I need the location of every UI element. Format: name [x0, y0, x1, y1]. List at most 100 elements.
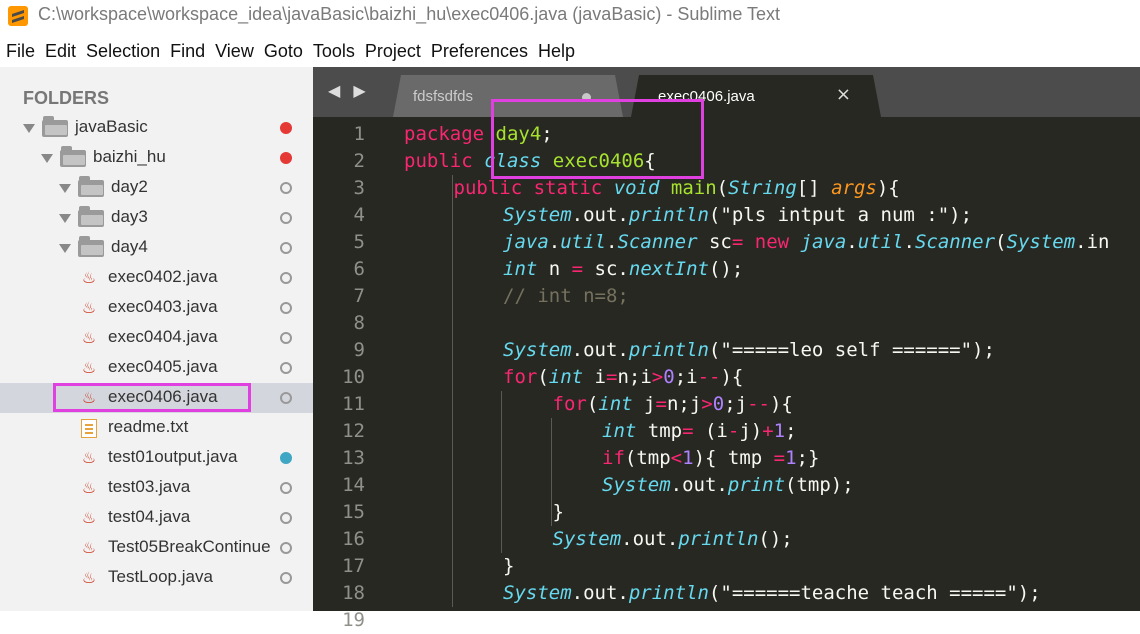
tree-item-testloop[interactable]: ♨ TestLoop.java: [0, 563, 313, 593]
expand-arrow-icon[interactable]: [59, 214, 71, 223]
editor-pane: ◀ ▶ fdsfsdfds exec0406.java × 1234567891…: [313, 67, 1140, 631]
tree-item-readme[interactable]: readme.txt: [0, 413, 313, 443]
menu-selection[interactable]: Selection: [80, 36, 160, 66]
tree-item-exec0405[interactable]: ♨ exec0405.java: [0, 353, 313, 383]
code-token: int: [598, 393, 633, 415]
close-icon[interactable]: ×: [836, 84, 851, 105]
open-circle-icon: [280, 362, 292, 374]
menu-project[interactable]: Project: [359, 36, 421, 66]
code-line: java.util.Scanner sc= new java.util.Scan…: [503, 229, 1109, 256]
code-token: println: [628, 339, 709, 361]
code-token: "pls intput a num :": [720, 204, 950, 226]
code-token: void: [613, 177, 660, 199]
menu-preferences[interactable]: Preferences: [425, 36, 528, 66]
menu-file[interactable]: File: [0, 36, 35, 66]
code-token: 1: [682, 447, 694, 469]
code-token: (: [995, 231, 1007, 253]
code-token: .: [846, 231, 858, 253]
open-circle-icon: [280, 392, 292, 404]
modified-dot-icon: [280, 452, 292, 464]
code-token: int: [602, 420, 637, 442]
tree-item-label: Test05BreakContinue: [108, 537, 271, 556]
code-token: ){: [876, 177, 900, 199]
code-token: util: [560, 231, 606, 253]
expand-arrow-icon[interactable]: [59, 184, 71, 193]
code-token: ;i: [674, 366, 698, 388]
menu-find[interactable]: Find: [164, 36, 205, 66]
tree-item-day3[interactable]: day3: [0, 203, 313, 233]
tree-item-day2[interactable]: day2: [0, 173, 313, 203]
tree-item-test03[interactable]: ♨ test03.java: [0, 473, 313, 503]
code-token: System: [602, 474, 671, 496]
code-token: String: [728, 177, 797, 199]
tree-item-exec0403[interactable]: ♨ exec0403.java: [0, 293, 313, 323]
code-token: // int n=8;: [503, 285, 629, 307]
code-token: main: [670, 177, 717, 199]
code-line: for(int j=n;j>0;j--){: [553, 391, 793, 418]
open-circle-icon: [280, 242, 292, 254]
code-token: =: [731, 231, 744, 253]
code-token: package: [404, 123, 485, 145]
open-circle-icon: [280, 272, 292, 284]
tree-item-test04[interactable]: ♨ test04.java: [0, 503, 313, 533]
menu-help[interactable]: Help: [532, 36, 575, 66]
menu-tools[interactable]: Tools: [307, 36, 355, 66]
tree-item-baizhi-hu[interactable]: baizhi_hu: [0, 143, 313, 173]
expand-arrow-icon[interactable]: [23, 124, 35, 133]
tree-item-javabasic[interactable]: javaBasic: [0, 113, 313, 143]
code-token: println: [628, 582, 709, 604]
tree-item-test05breakcontinue[interactable]: ♨ Test05BreakContinue: [0, 533, 313, 563]
code-token: }: [552, 501, 564, 523]
code-token: System: [503, 582, 572, 604]
code-line: System.out.println("======teache teach =…: [503, 580, 1041, 607]
line-number: 4: [353, 204, 365, 226]
code-token: 0: [712, 393, 725, 415]
expand-arrow-icon[interactable]: [41, 154, 53, 163]
code-token: }: [503, 555, 515, 577]
folder-icon: [60, 146, 86, 167]
tree-item-label: TestLoop.java: [108, 567, 213, 586]
code-token: tmp: [636, 420, 683, 442]
code-token: int: [548, 366, 584, 388]
tree-item-exec0404[interactable]: ♨ exec0404.java: [0, 323, 313, 353]
code-line: for(int i=n;i>0;i--){: [503, 364, 743, 391]
code-token: .out.: [571, 204, 629, 226]
code-line: }: [553, 499, 564, 526]
tree-item-test01output[interactable]: ♨ test01output.java: [0, 443, 313, 473]
code-token: );: [1017, 582, 1041, 604]
code-line: public static void main(String[] args){: [454, 175, 900, 202]
code-token: (: [708, 582, 721, 604]
code-token: n;j: [666, 393, 702, 415]
unsaved-dot-icon: [280, 152, 292, 164]
title-bar: C:\workspace\workspace_idea\javaBasic\ba…: [0, 0, 1140, 32]
tab-nav-arrows-icon[interactable]: ◀ ▶: [328, 81, 370, 100]
expand-arrow-icon[interactable]: [59, 244, 71, 253]
code-token: .: [605, 231, 618, 253]
folder-icon: [78, 236, 104, 257]
menu-goto[interactable]: Goto: [258, 36, 303, 66]
menu-view[interactable]: View: [209, 36, 254, 66]
code-token: (tmp: [624, 447, 671, 469]
open-circle-icon: [280, 482, 292, 494]
code-token: .: [548, 231, 561, 253]
menu-edit[interactable]: Edit: [39, 36, 76, 66]
code-token: n;i: [617, 366, 652, 388]
code-area[interactable]: package day4; public class exec0406{publi…: [404, 117, 1140, 611]
code-token: (: [586, 393, 599, 415]
indent-guide: [550, 418, 552, 526]
code-token: .out.: [670, 474, 728, 496]
folder-icon: [78, 206, 104, 227]
code-token: (: [716, 177, 729, 199]
tree-item-exec0402[interactable]: ♨ exec0402.java: [0, 263, 313, 293]
code-token: --: [697, 366, 721, 388]
tree-item-day4[interactable]: day4: [0, 233, 313, 263]
code-token: ();: [758, 528, 793, 550]
java-file-icon: ♨: [81, 448, 97, 467]
code-token: Scanner: [914, 231, 996, 253]
code-token: for: [552, 393, 587, 415]
line-number: 16: [342, 528, 365, 550]
